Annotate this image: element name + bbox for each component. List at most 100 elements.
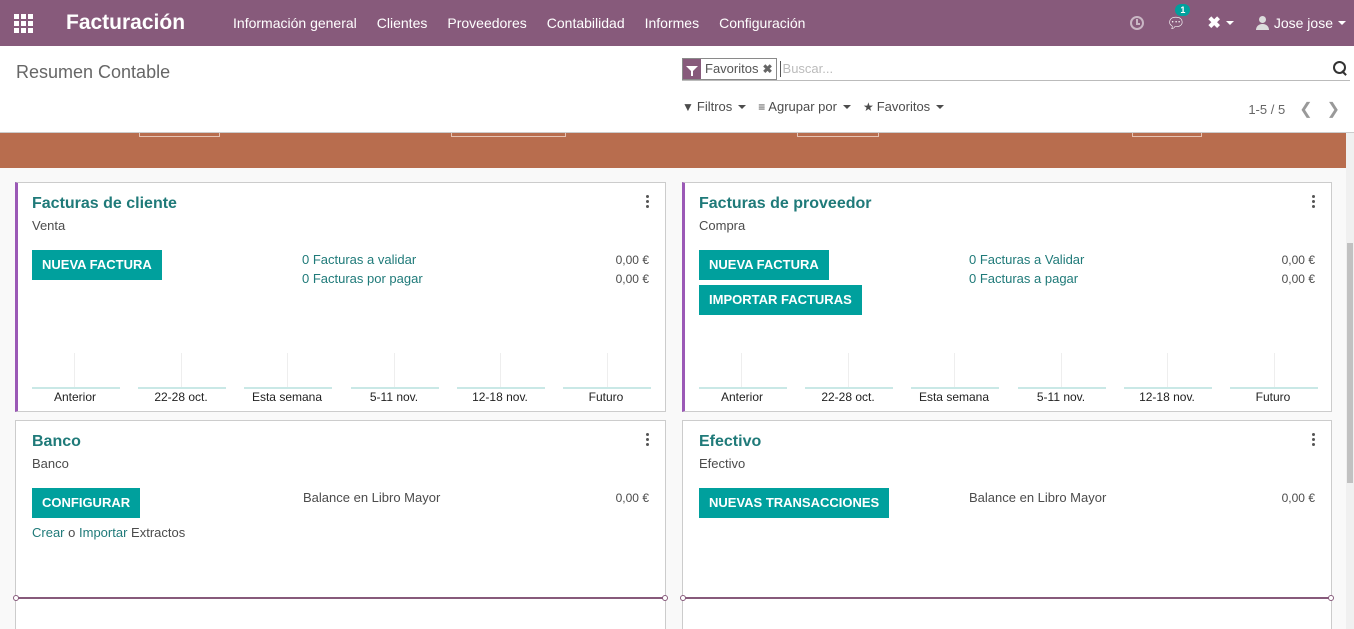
grid-line — [1274, 353, 1275, 387]
journal-card-vendor-bills: Facturas de proveedor Compra NUEVA FACTU… — [682, 182, 1332, 412]
chart-tick-label: 22-28 oct. — [821, 390, 875, 404]
chart-point[interactable] — [13, 595, 19, 601]
chart-tick-label: 5-11 nov. — [1036, 390, 1086, 404]
search-icon[interactable] — [1333, 61, 1348, 76]
control-panel: Resumen Contable Favoritos ✖ ▼ Filtros ≡… — [0, 46, 1354, 133]
new-invoice-button[interactable]: NUEVA FACTURA — [32, 250, 162, 280]
more-options-icon[interactable] — [1312, 433, 1315, 446]
chart-line — [683, 597, 1331, 599]
chart-point[interactable] — [662, 595, 668, 601]
grid-line — [607, 353, 608, 387]
chart-point[interactable] — [680, 595, 686, 601]
grid-line — [394, 353, 395, 387]
app-title[interactable]: Facturación — [66, 11, 185, 35]
menu-item-informacion-general[interactable]: Información general — [233, 15, 357, 31]
link-separator: o — [68, 525, 76, 540]
configure-button[interactable]: CONFIGURAR — [32, 488, 141, 518]
import-statement-link[interactable]: Importar — [79, 525, 127, 540]
chart-tick-label: Esta semana — [918, 390, 990, 404]
close-icon[interactable]: ✖ — [762, 62, 772, 76]
clock-icon — [1130, 16, 1145, 30]
chart-bar[interactable] — [911, 387, 999, 389]
activity-button[interactable] — [1130, 16, 1145, 30]
grid-line — [848, 353, 849, 387]
chart-bar[interactable] — [351, 387, 439, 389]
new-bill-button[interactable]: NUEVA FACTURA — [699, 250, 829, 280]
chart-point[interactable] — [1328, 595, 1334, 601]
card-title[interactable]: Efectivo — [699, 433, 761, 451]
tools-icon: ✖ — [1207, 15, 1221, 32]
stat-link[interactable]: 0 Facturas a Validar — [969, 252, 1084, 267]
card-title[interactable]: Facturas de proveedor — [699, 195, 872, 213]
banner-tab — [1132, 133, 1202, 137]
favorites-label: Favoritos — [876, 99, 931, 114]
chart-bar[interactable] — [563, 387, 651, 389]
search-facet[interactable]: Favoritos ✖ — [682, 57, 777, 80]
grid-line — [500, 353, 501, 387]
menu-item-configuracion[interactable]: Configuración — [719, 15, 805, 31]
card-title[interactable]: Facturas de cliente — [32, 195, 177, 213]
chart-bar[interactable] — [1124, 387, 1212, 389]
chevron-down-icon — [1338, 21, 1346, 25]
chart-bar[interactable] — [457, 387, 545, 389]
grid-line — [1167, 353, 1168, 387]
chart-bar[interactable] — [805, 387, 893, 389]
pager-value[interactable]: 1-5 / 5 — [1248, 102, 1285, 117]
scrollbar[interactable] — [1346, 133, 1354, 629]
chart-tick-label: 12-18 nov. — [472, 390, 528, 404]
journal-line-chart[interactable] — [680, 595, 1334, 601]
page-title: Resumen Contable — [16, 62, 171, 82]
card-subtitle: Banco — [32, 456, 69, 471]
scrollbar-thumb[interactable] — [1347, 243, 1353, 483]
stat-link[interactable]: 0 Facturas por pagar — [302, 271, 423, 286]
journal-card-cash: Efectivo Efectivo NUEVAS TRANSACCIONES B… — [680, 420, 1334, 629]
star-icon: ★ — [862, 99, 874, 114]
favorites-dropdown[interactable]: ★ Favoritos — [862, 99, 945, 114]
stat-value: 0,00 € — [1281, 272, 1315, 286]
more-options-icon[interactable] — [646, 433, 649, 446]
list-icon: ≡ — [758, 99, 766, 114]
user-icon — [1255, 16, 1269, 30]
journal-card-customer-invoices: Facturas de cliente Venta NUEVA FACTURA … — [15, 182, 666, 412]
card-title[interactable]: Banco — [32, 433, 81, 451]
more-options-icon[interactable] — [1312, 195, 1315, 208]
stat-link[interactable]: 0 Facturas a validar — [302, 252, 416, 267]
debug-tools-button[interactable]: ✖ — [1207, 13, 1234, 33]
import-bills-button[interactable]: IMPORTAR FACTURAS — [699, 285, 862, 315]
chart-bar[interactable] — [1230, 387, 1318, 389]
more-options-icon[interactable] — [646, 195, 649, 208]
journal-bar-chart[interactable]: Anterior 22-28 oct. Esta semana 5-11 nov… — [685, 353, 1331, 411]
groupby-dropdown[interactable]: ≡ Agrupar por — [758, 99, 851, 114]
filters-dropdown[interactable]: ▼ Filtros — [682, 99, 747, 114]
menu-item-clientes[interactable]: Clientes — [377, 15, 428, 31]
journal-bar-chart[interactable]: Anterior 22-28 oct. Esta semana 5-11 nov… — [18, 353, 665, 411]
chart-bar[interactable] — [1018, 387, 1106, 389]
pager: 1-5 / 5 ❮ ❯ — [1248, 99, 1340, 119]
messaging-button[interactable]: 💬︎ 1 — [1166, 4, 1191, 32]
create-statement-link[interactable]: Crear — [32, 525, 65, 540]
menu-item-proveedores[interactable]: Proveedores — [447, 15, 526, 31]
apps-menu-icon[interactable] — [0, 0, 46, 46]
banner-tab — [451, 133, 566, 137]
dashboard-banner — [0, 133, 1346, 168]
balance-label: Balance en Libro Mayor — [303, 490, 441, 505]
chevron-down-icon — [936, 104, 945, 109]
menu-item-informes[interactable]: Informes — [645, 15, 699, 31]
search-input[interactable] — [779, 60, 1333, 77]
stat-link[interactable]: 0 Facturas a pagar — [969, 271, 1078, 286]
chevron-left-icon[interactable]: ❮ — [1299, 99, 1312, 119]
menu-item-contabilidad[interactable]: Contabilidad — [547, 15, 625, 31]
groupby-label: Agrupar por — [768, 99, 837, 114]
chart-tick-label: 12-18 nov. — [1139, 390, 1195, 404]
journal-line-chart[interactable] — [13, 595, 668, 601]
search-bar: Favoritos ✖ — [682, 57, 1350, 81]
new-transactions-button[interactable]: NUEVAS TRANSACCIONES — [699, 488, 890, 518]
chart-bar[interactable] — [32, 387, 120, 389]
grid-line — [181, 353, 182, 387]
chart-bar[interactable] — [138, 387, 226, 389]
user-menu[interactable]: Jose jose — [1255, 15, 1346, 31]
chevron-right-icon[interactable]: ❯ — [1327, 99, 1340, 119]
chart-tick-label: Futuro — [588, 390, 624, 404]
chart-bar[interactable] — [699, 387, 787, 389]
chart-bar[interactable] — [244, 387, 332, 389]
